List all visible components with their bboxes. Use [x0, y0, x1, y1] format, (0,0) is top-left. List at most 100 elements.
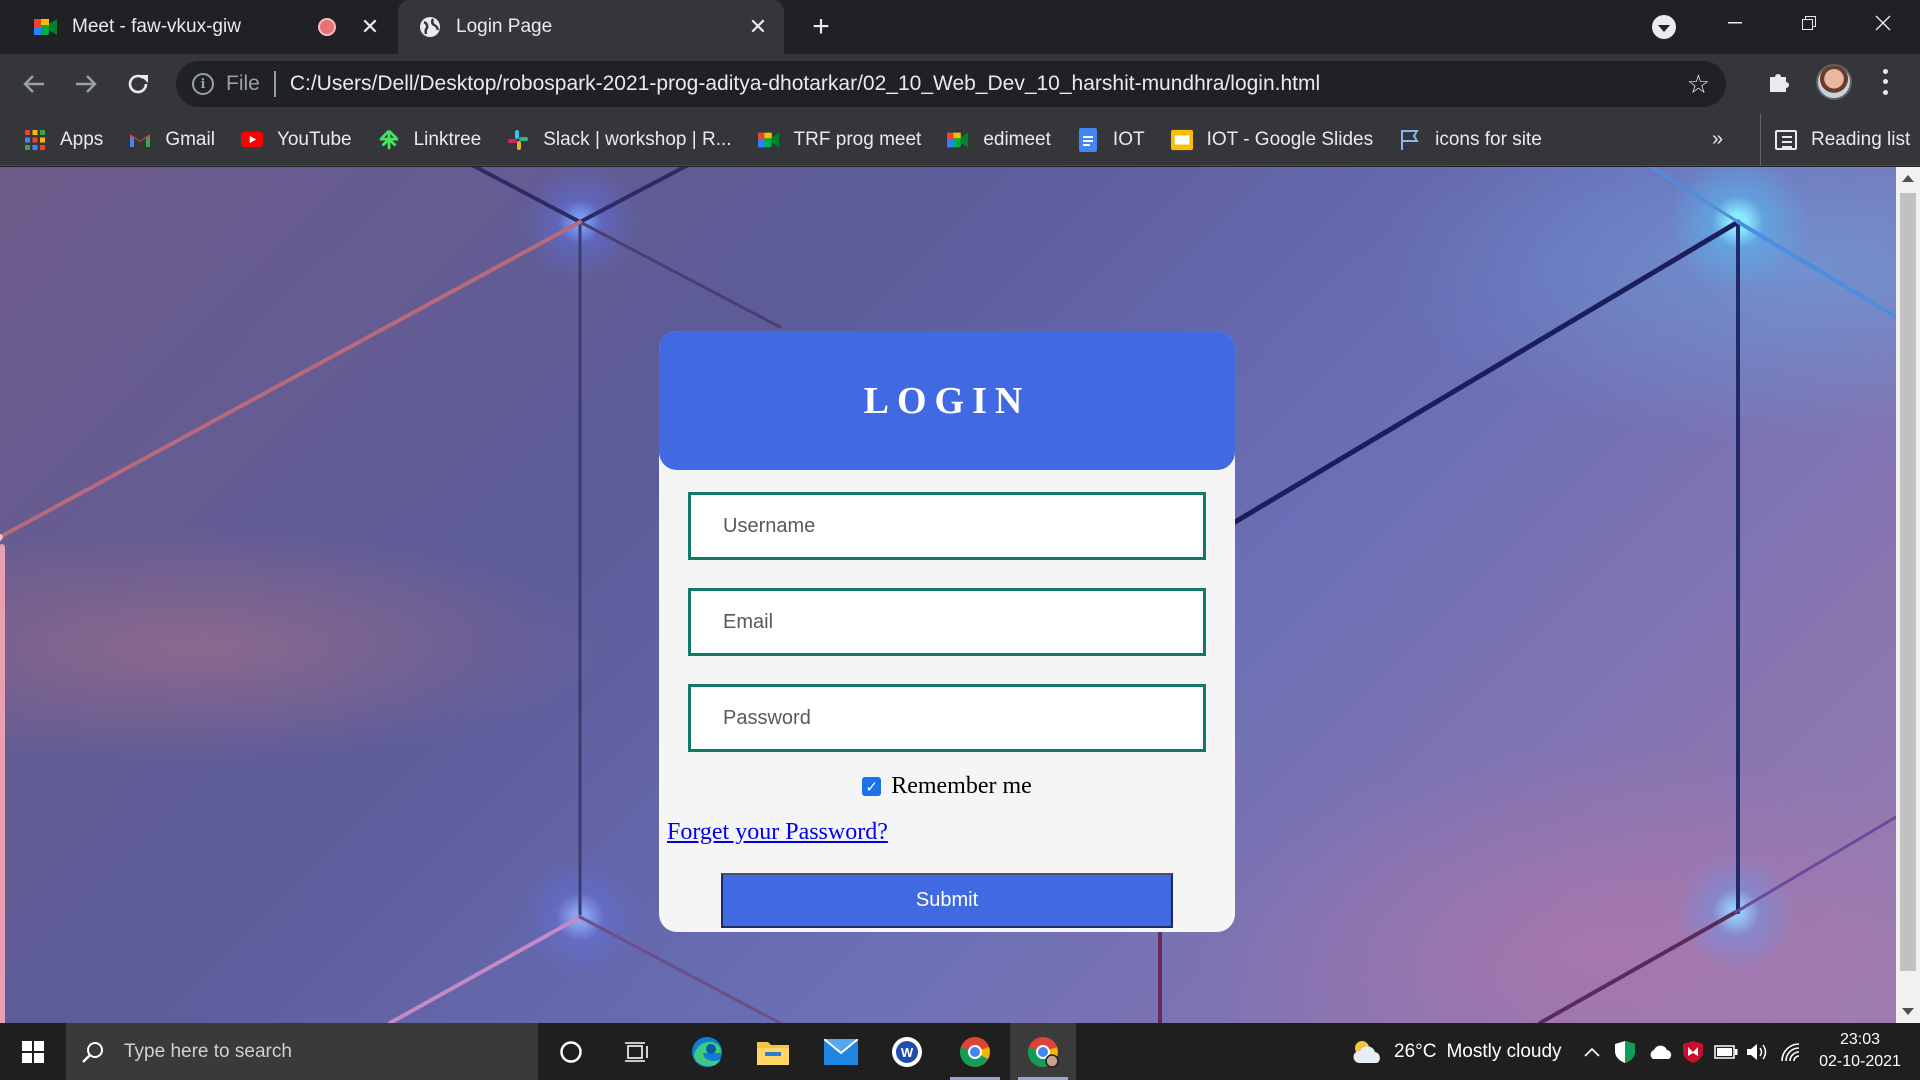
password-input[interactable] [688, 684, 1206, 752]
tab-meet[interactable]: Meet - faw-vkux-giw ✕ [0, 0, 396, 54]
bookmark-label: Linktree [413, 128, 482, 150]
chrome-icon[interactable] [942, 1023, 1008, 1080]
address-divider [273, 71, 276, 97]
google-meet-icon [34, 15, 58, 39]
svg-text:W: W [901, 1045, 914, 1060]
info-icon[interactable]: i [192, 73, 214, 95]
bookmark-edimeet[interactable]: edimeet [947, 129, 1051, 151]
bookmark-youtube[interactable]: YouTube [240, 128, 352, 151]
close-tab-icon[interactable]: ✕ [358, 14, 382, 39]
remember-me-checkbox[interactable]: ✓ [862, 777, 882, 796]
remember-me-row: ✓ Remember me [659, 773, 1235, 800]
close-tab-icon[interactable]: ✕ [746, 14, 770, 39]
mail-icon[interactable] [808, 1023, 874, 1080]
task-view-icon[interactable] [604, 1023, 670, 1080]
back-arrow-icon[interactable] [14, 64, 54, 104]
more-menu-icon[interactable] [1876, 66, 1894, 98]
bookmark-star-icon[interactable]: ☆ [1687, 69, 1710, 100]
start-button[interactable] [0, 1023, 66, 1080]
bookmark-iot[interactable]: IOT [1077, 127, 1145, 152]
security-shield-icon[interactable] [1614, 1023, 1636, 1080]
show-hidden-icons-button[interactable] [1584, 1023, 1600, 1080]
reload-icon[interactable] [118, 64, 158, 104]
bookmark-label: icons for site [1435, 128, 1542, 150]
extensions-puzzle-icon[interactable] [1766, 67, 1796, 97]
slack-icon [507, 129, 529, 151]
word-app-icon[interactable]: W [874, 1023, 940, 1080]
clock-time: 23:03 [1839, 1031, 1881, 1048]
scroll-down-arrow-icon[interactable] [1902, 1008, 1914, 1015]
file-explorer-icon[interactable] [740, 1023, 806, 1080]
forgot-password-link[interactable]: Forget your Password? [667, 819, 888, 846]
meet-icon [757, 129, 780, 151]
flag-icon [1399, 129, 1421, 151]
profile-avatar[interactable] [1816, 64, 1852, 100]
tab-search-button[interactable] [1652, 15, 1676, 39]
tab-strip: Meet - faw-vkux-giw ✕ Login Page ✕ + [0, 0, 1920, 54]
bookmark-label: TRF prog meet [793, 128, 922, 150]
gmail-icon [129, 129, 151, 151]
restore-button[interactable] [1772, 0, 1846, 46]
battery-icon[interactable] [1714, 1023, 1738, 1080]
login-card: LOGIN ✓ Remember me Forget your Password… [659, 331, 1235, 932]
username-input[interactable] [688, 492, 1206, 560]
youtube-icon [240, 129, 263, 151]
recording-indicator-icon [318, 18, 336, 36]
close-window-button[interactable] [1846, 0, 1920, 46]
docs-icon [1077, 127, 1099, 152]
cortana-icon[interactable] [538, 1023, 604, 1080]
weather-temperature: 26°C [1394, 1040, 1437, 1062]
system-clock[interactable]: 23:03 02-10-2021 [1810, 1029, 1910, 1073]
bookmark-iot-google-slides[interactable]: IOT - Google Slides [1170, 129, 1373, 151]
minimize-button[interactable] [1698, 0, 1772, 46]
bookmark-label: edimeet [983, 128, 1051, 150]
bookmark-label: Gmail [165, 128, 215, 150]
scrollbar-thumb[interactable] [1900, 193, 1916, 971]
address-url[interactable]: C:/Users/Dell/Desktop/robospark-2021-pro… [290, 72, 1320, 96]
address-scheme-label: File [226, 72, 260, 95]
scroll-up-arrow-icon[interactable] [1902, 175, 1914, 182]
bookmark-trf-prog-meet[interactable]: TRF prog meet [757, 128, 922, 151]
partly-cloudy-icon [1353, 1040, 1380, 1063]
bookmark-label: Slack | workshop | R... [543, 128, 732, 150]
address-bar[interactable]: i File C:/Users/Dell/Desktop/robospark-2… [176, 61, 1726, 107]
search-placeholder: Type here to search [124, 1040, 292, 1062]
remember-me-label: Remember me [891, 773, 1032, 799]
linktree-icon [378, 129, 400, 151]
bookmarks-bar: Apps Gmail YouTube Linktree Slack | work… [0, 114, 1920, 166]
vertical-scrollbar[interactable] [1896, 167, 1920, 1023]
tab-title: Login Page [456, 16, 553, 37]
antivirus-shield-icon[interactable] [1682, 1023, 1704, 1080]
reading-list-icon [1775, 130, 1797, 150]
tab-title: Meet - faw-vkux-giw [72, 16, 241, 37]
bookmark-gmail[interactable]: Gmail [129, 129, 215, 151]
reading-list-button[interactable]: Reading list [1760, 114, 1910, 166]
apps-grid-icon [24, 129, 46, 151]
chrome-profile-icon[interactable] [1010, 1023, 1076, 1080]
bookmark-label: Apps [60, 128, 104, 150]
windows-taskbar: Type here to search W 26°C Mostly cloudy [0, 1023, 1920, 1080]
bookmark-apps[interactable]: Apps [24, 129, 103, 151]
page-viewport: LOGIN ✓ Remember me Forget your Password… [0, 167, 1896, 1023]
globe-icon [418, 15, 442, 39]
bookmark-label: YouTube [276, 128, 352, 150]
login-title: LOGIN [863, 379, 1031, 422]
weather-widget[interactable]: 26°C Mostly cloudy [1350, 1023, 1562, 1080]
forward-arrow-icon[interactable] [66, 64, 106, 104]
wifi-icon[interactable] [1780, 1023, 1802, 1080]
bookmark-icons-for-site[interactable]: icons for site [1399, 129, 1542, 151]
bookmark-linktree[interactable]: Linktree [378, 128, 482, 151]
onedrive-cloud-icon[interactable] [1648, 1023, 1674, 1080]
new-tab-button[interactable]: + [804, 10, 838, 44]
submit-button[interactable]: Submit [721, 873, 1173, 928]
bookmarks-overflow-button[interactable]: » [1712, 128, 1723, 151]
tab-login-page[interactable]: Login Page ✕ [398, 0, 784, 54]
email-input[interactable] [688, 588, 1206, 656]
bookmark-label: IOT [1112, 128, 1145, 150]
edge-browser-icon[interactable] [674, 1023, 740, 1080]
login-header: LOGIN [659, 331, 1235, 470]
volume-icon[interactable] [1746, 1023, 1770, 1080]
bookmark-slack[interactable]: Slack | workshop | R... [507, 128, 732, 151]
taskbar-search-box[interactable]: Type here to search [66, 1023, 538, 1080]
reading-list-label: Reading list [1811, 129, 1911, 150]
